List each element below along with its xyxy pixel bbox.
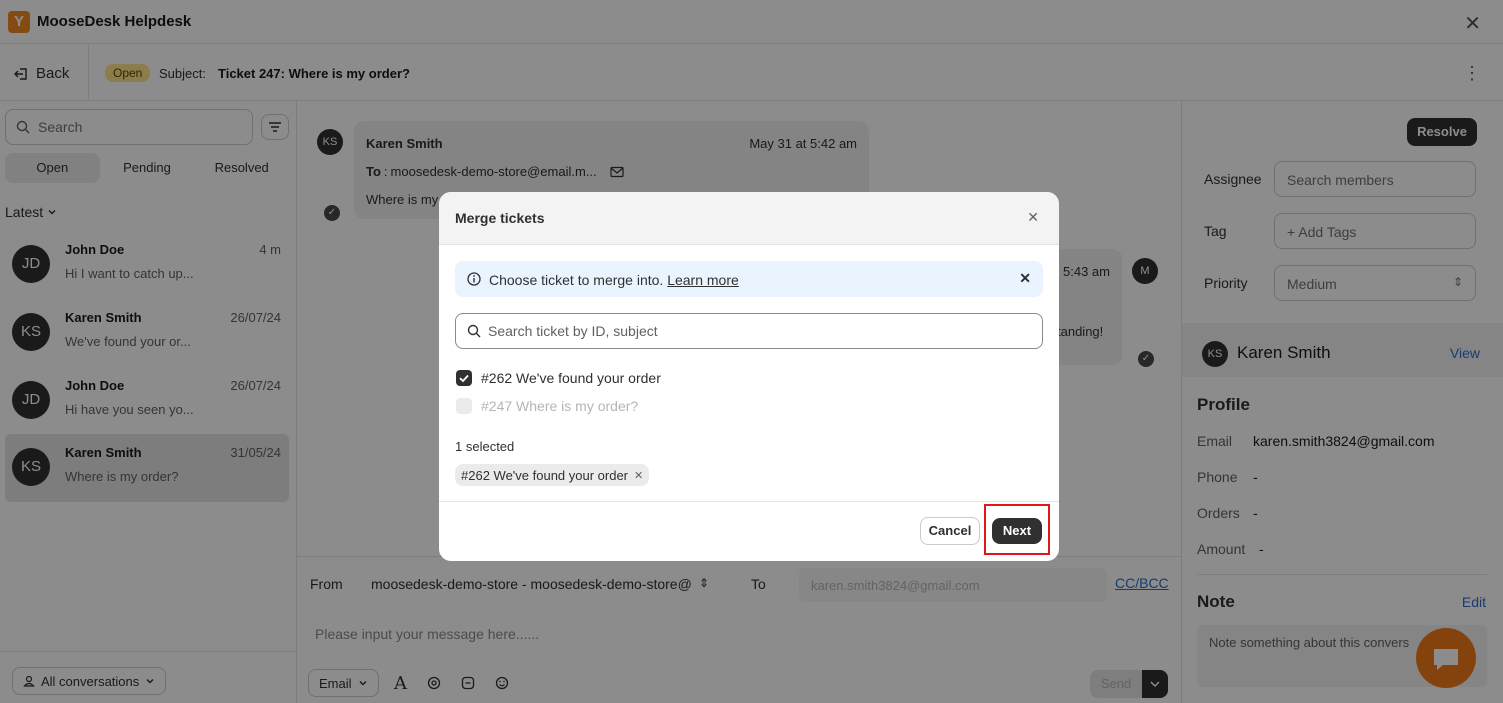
ticket-option-label: #262 We've found your order (481, 370, 661, 386)
close-icon[interactable]: ✕ (1027, 209, 1039, 226)
merge-tickets-dialog: Merge tickets ✕ Choose ticket to merge i… (439, 192, 1059, 561)
search-placeholder: Search ticket by ID, subject (488, 323, 658, 339)
dialog-header: Merge tickets ✕ (439, 192, 1059, 245)
checkbox-disabled-icon (456, 398, 472, 414)
chip-label: #262 We've found your order (461, 467, 629, 483)
dismiss-banner-icon[interactable]: ✕ (1019, 270, 1031, 287)
ticket-option-262[interactable]: #262 We've found your order (456, 370, 661, 386)
ticket-search-input[interactable]: Search ticket by ID, subject (455, 313, 1043, 349)
learn-more-link[interactable]: Learn more (667, 272, 739, 288)
cancel-button[interactable]: Cancel (920, 517, 980, 545)
search-icon (467, 324, 481, 338)
dialog-footer-divider (439, 501, 1059, 502)
banner-text: Choose ticket to merge into. (489, 272, 664, 288)
ticket-option-label: #247 Where is my order? (481, 398, 639, 414)
next-button-highlight (984, 504, 1050, 555)
info-icon (467, 272, 481, 286)
dialog-title: Merge tickets (455, 210, 545, 226)
remove-chip-icon[interactable]: ✕ (634, 469, 643, 482)
selected-count: 1 selected (455, 439, 515, 454)
checkbox-checked-icon[interactable] (456, 370, 472, 386)
info-banner: Choose ticket to merge into. Learn more … (455, 261, 1043, 297)
selected-ticket-chip: #262 We've found your order ✕ (455, 464, 650, 486)
ticket-option-247: #247 Where is my order? (456, 398, 638, 414)
